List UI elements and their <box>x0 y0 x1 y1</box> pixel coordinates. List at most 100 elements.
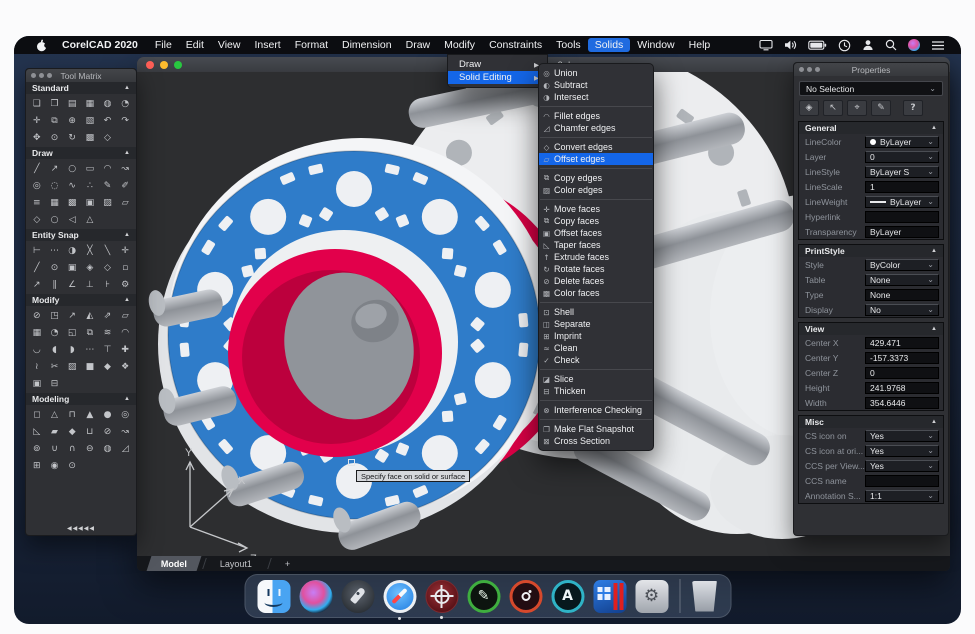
standard-tool-icon-8[interactable]: ⧉ <box>46 112 64 129</box>
section-header-misc[interactable]: Misc <box>799 416 943 428</box>
draw-tool-icon-9[interactable]: ∿ <box>63 177 81 194</box>
modeling-tool-icon-18[interactable]: ◿ <box>116 440 134 457</box>
entity-snap-tool-icon-9[interactable]: ▣ <box>63 259 81 276</box>
modify-tool-icon-22[interactable]: ■ <box>81 358 99 375</box>
modeling-tool-icon-5[interactable]: ● <box>99 406 117 423</box>
modeling-tool-icon-19[interactable]: ⊞ <box>28 457 46 474</box>
modify-tool-icon-16[interactable]: ⋯ <box>81 341 99 358</box>
draw-tool-icon-13[interactable]: ≡ <box>28 194 46 211</box>
entity-snap-tool-icon-8[interactable]: ⊙ <box>46 259 64 276</box>
submenu-item-move-faces[interactable]: ✛Move faces <box>539 203 653 215</box>
draw-tool-icon-19[interactable]: ◇ <box>28 211 46 228</box>
launchpad-icon[interactable] <box>341 580 374 613</box>
draw-tool-icon-7[interactable]: ◎ <box>28 177 46 194</box>
menu-item-help[interactable]: Help <box>682 38 718 52</box>
standard-tool-icon-10[interactable]: ▧ <box>81 112 99 129</box>
submenu-item-taper-faces[interactable]: ◺Taper faces <box>539 239 653 251</box>
standard-tool-icon-4[interactable]: ▦ <box>81 95 99 112</box>
display-dropdown[interactable]: No <box>865 304 939 316</box>
draw-tool-icon-2[interactable]: ↗ <box>46 160 64 177</box>
standard-tool-icon-16[interactable]: ▩ <box>81 129 99 146</box>
submenu-item-extrude-faces[interactable]: ↑Extrude faces <box>539 251 653 263</box>
lineweight-dropdown[interactable]: ByLayer <box>865 196 939 208</box>
submenu-item-offset-faces[interactable]: ▣Offset faces <box>539 227 653 239</box>
modify-tool-icon-11[interactable]: ≋ <box>99 324 117 341</box>
modify-tool-icon-6[interactable]: ▱ <box>116 307 134 324</box>
submenu-item-copy-edges[interactable]: ⧉Copy edges <box>539 172 653 184</box>
modeling-tool-icon-1[interactable]: ◻ <box>28 406 46 423</box>
modeling-tool-icon-7[interactable]: ◺ <box>28 423 46 440</box>
center-x-input[interactable]: 429.471 <box>865 337 939 349</box>
draw-tool-icon-10[interactable]: ∴ <box>81 177 99 194</box>
apple-menu[interactable] <box>36 39 48 52</box>
modify-tool-icon-19[interactable]: ≀ <box>28 358 46 375</box>
section-header-modeling[interactable]: Modeling <box>26 393 136 405</box>
modeling-tool-icon-15[interactable]: ∩ <box>63 440 81 457</box>
entity-snap-tool-icon-7[interactable]: ╱ <box>28 259 46 276</box>
submenu-item-intersect[interactable]: ◑Intersect <box>539 91 653 103</box>
volume-icon[interactable] <box>784 39 797 51</box>
standard-tool-icon-5[interactable]: ◍ <box>99 95 117 112</box>
submenu-item-clean[interactable]: ≈Clean <box>539 342 653 354</box>
draw-tool-icon-11[interactable]: ✎ <box>99 177 117 194</box>
section-header-view[interactable]: View <box>799 323 943 335</box>
submenu-item-color-faces[interactable]: ▩Color faces <box>539 287 653 299</box>
properties-titlebar[interactable]: Properties <box>794 63 948 76</box>
table-dropdown[interactable]: None <box>865 274 939 286</box>
section-header-modify[interactable]: Modify <box>26 294 136 306</box>
submenu-item-fillet-edges[interactable]: ◠Fillet edges <box>539 110 653 122</box>
submenu-item-interference-checking[interactable]: ⊗Interference Checking <box>539 404 653 416</box>
hyperlink-input[interactable] <box>865 211 939 223</box>
modeling-tool-icon-3[interactable]: ⊓ <box>63 406 81 423</box>
width-input[interactable]: 354.6446 <box>865 397 939 409</box>
draw-tool-icon-21[interactable]: ◁ <box>63 211 81 228</box>
layer-dropdown[interactable]: 0 <box>865 151 939 163</box>
draw-tool-icon-20[interactable]: ○ <box>46 211 64 228</box>
entity-snap-tool-icon-6[interactable]: ✛ <box>116 242 134 259</box>
solids-menu-item-solid-editing[interactable]: Solid Editing <box>448 71 547 84</box>
style-dropdown[interactable]: ByColor <box>865 259 939 271</box>
submenu-item-slice[interactable]: ◪Slice <box>539 373 653 385</box>
modeling-tool-icon-9[interactable]: ◆ <box>63 423 81 440</box>
annotation-button[interactable]: ✎ <box>871 100 891 116</box>
modify-tool-icon-2[interactable]: ◳ <box>46 307 64 324</box>
modify-tool-icon-20[interactable]: ✂ <box>46 358 64 375</box>
submenu-item-union[interactable]: ◎Union <box>539 67 653 79</box>
submenu-item-copy-faces[interactable]: ⧉Copy faces <box>539 215 653 227</box>
modeling-tool-icon-10[interactable]: ⊔ <box>81 423 99 440</box>
center-y-input[interactable]: -157.3373 <box>865 352 939 364</box>
search-icon[interactable] <box>885 39 897 51</box>
modify-tool-icon-12[interactable]: ◠ <box>116 324 134 341</box>
menu-item-tools[interactable]: Tools <box>549 38 588 52</box>
modify-tool-icon-21[interactable]: ▨ <box>63 358 81 375</box>
height-input[interactable]: 241.9768 <box>865 382 939 394</box>
entity-snap-tool-icon-16[interactable]: ⊥ <box>81 276 99 293</box>
submenu-item-convert-edges[interactable]: ◇Convert edges <box>539 141 653 153</box>
standard-tool-icon-2[interactable]: ❐ <box>46 95 64 112</box>
modify-tool-icon-10[interactable]: ⧉ <box>81 324 99 341</box>
app-name[interactable]: CorelCAD 2020 <box>62 39 138 51</box>
menu-item-draw[interactable]: Draw <box>399 38 438 52</box>
draw-tool-icon-12[interactable]: ✐ <box>116 177 134 194</box>
entity-snap-tool-icon-12[interactable]: ▫ <box>116 259 134 276</box>
section-header-entity-snap[interactable]: Entity Snap <box>26 229 136 241</box>
center-z-input[interactable]: 0 <box>865 367 939 379</box>
draw-tool-icon-16[interactable]: ▣ <box>81 194 99 211</box>
submenu-item-imprint[interactable]: ⊞Imprint <box>539 330 653 342</box>
tab-layout1[interactable]: Layout1 <box>206 556 267 571</box>
modify-tool-icon-13[interactable]: ◡ <box>28 341 46 358</box>
modify-tool-icon-24[interactable]: ❖ <box>116 358 134 375</box>
finder-icon[interactable] <box>257 580 290 613</box>
modify-tool-icon-17[interactable]: ⊤ <box>99 341 117 358</box>
standard-tool-icon-13[interactable]: ✥ <box>28 129 46 146</box>
menu-item-constraints[interactable]: Constraints <box>482 38 549 52</box>
list-icon[interactable] <box>931 40 945 51</box>
modify-tool-icon-25[interactable]: ▣ <box>28 375 46 392</box>
modify-tool-icon-3[interactable]: ↗ <box>63 307 81 324</box>
modify-tool-icon-7[interactable]: ▦ <box>28 324 46 341</box>
entity-snap-tool-icon-3[interactable]: ◑ <box>63 242 81 259</box>
modeling-tool-icon-13[interactable]: ⊚ <box>28 440 46 457</box>
collapse-arrows[interactable]: ◀◀◀◀◀ <box>26 522 136 535</box>
menu-item-file[interactable]: File <box>148 38 179 52</box>
siri-icon[interactable] <box>299 580 332 613</box>
